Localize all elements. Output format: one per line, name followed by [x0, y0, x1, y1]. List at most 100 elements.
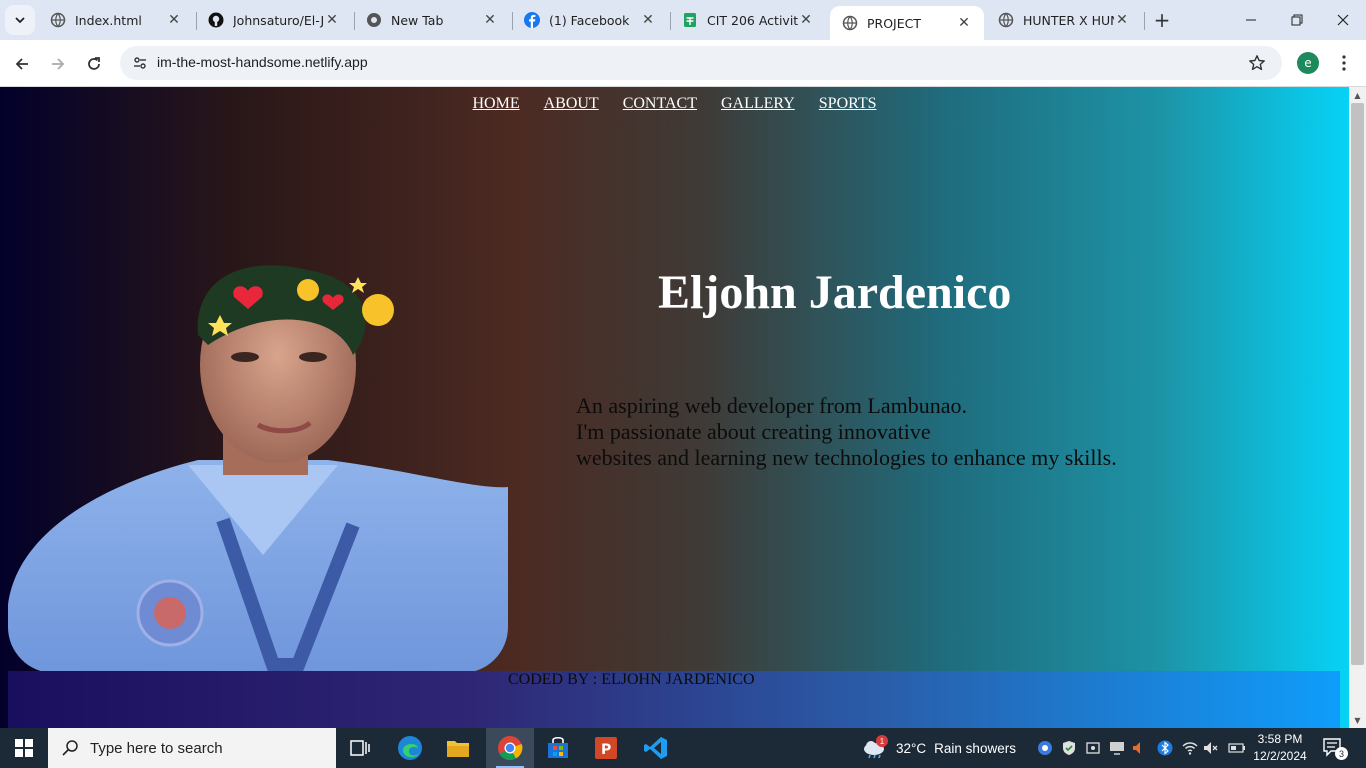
weather-desc: Rain showers	[934, 740, 1016, 756]
scroll-down-icon[interactable]: ▼	[1349, 712, 1366, 728]
arrow-left-icon	[15, 58, 28, 70]
bio-text: An aspiring web developer from Lambunao.…	[576, 393, 1117, 471]
clock-date: 12/2/2024	[1253, 749, 1307, 763]
volume-muted-icon[interactable]	[1201, 738, 1221, 758]
globe-icon	[842, 15, 858, 31]
battery-icon[interactable]	[1227, 738, 1247, 758]
windows-taskbar: Type here to search P 1 32°C Rain shower…	[0, 728, 1366, 768]
site-nav: HOME ABOUT CONTACT GALLERY SPORTS	[0, 95, 1349, 113]
bluetooth-icon[interactable]	[1155, 738, 1175, 758]
meet-now-icon[interactable]	[1083, 738, 1103, 758]
tab-index-html[interactable]: Index.html ✕	[38, 0, 194, 40]
wifi-icon[interactable]	[1180, 738, 1200, 758]
close-window-button[interactable]	[1320, 0, 1366, 40]
reload-icon	[88, 57, 100, 70]
chevron-down-icon	[15, 17, 25, 24]
svg-text:P: P	[601, 742, 611, 758]
windows-logo-icon	[15, 739, 33, 757]
site-footer: CODED BY : ELJOHN JARDENICO	[8, 671, 1340, 728]
page-scrollbar[interactable]: ▲ ▼	[1349, 87, 1366, 728]
close-icon[interactable]: ✕	[956, 15, 972, 31]
scrollbar-thumb[interactable]	[1351, 103, 1364, 665]
close-icon[interactable]: ✕	[482, 12, 498, 28]
folder-icon	[447, 741, 469, 757]
taskbar-search-box[interactable]: Type here to search	[48, 728, 336, 768]
address-bar[interactable]: im-the-most-handsome.netlify.app	[120, 46, 1282, 80]
nav-link-sports[interactable]: SPORTS	[819, 95, 877, 112]
chrome-icon	[498, 736, 523, 761]
restore-button[interactable]	[1274, 0, 1320, 40]
close-icon	[1337, 14, 1349, 26]
plus-icon: +	[1153, 8, 1171, 32]
close-icon[interactable]: ✕	[1114, 12, 1130, 28]
close-icon[interactable]: ✕	[324, 12, 340, 28]
page-viewport: HOME ABOUT CONTACT GALLERY SPORTS Eljohn…	[0, 87, 1349, 728]
system-clock[interactable]: 3:58 PM 12/2/2024	[1252, 731, 1308, 765]
profile-photo	[8, 265, 508, 673]
tab-facebook[interactable]: (1) Facebook ✕	[512, 0, 668, 40]
store-app[interactable]	[534, 728, 582, 768]
notification-count: 3	[1335, 747, 1348, 760]
browser-toolbar: im-the-most-handsome.netlify.app e	[0, 40, 1366, 87]
bookmark-star-icon[interactable]	[1246, 52, 1268, 74]
close-icon[interactable]: ✕	[798, 12, 814, 28]
close-icon[interactable]: ✕	[166, 12, 182, 28]
tab-project[interactable]: PROJECT ✕	[830, 6, 984, 40]
tab-sheets[interactable]: CIT 206 Activitie ✕	[670, 0, 826, 40]
hero-name: Eljohn Jardenico	[658, 266, 1012, 319]
tab-title: CIT 206 Activitie	[707, 12, 798, 28]
nav-link-home[interactable]: HOME	[472, 95, 519, 112]
profile-avatar[interactable]: e	[1297, 52, 1319, 74]
weather-badge: 1	[876, 735, 888, 747]
search-placeholder: Type here to search	[90, 739, 223, 757]
forward-button[interactable]	[44, 50, 72, 78]
task-view-button[interactable]	[336, 728, 384, 768]
app-tray-icon[interactable]	[1035, 738, 1055, 758]
chrome-app[interactable]	[486, 728, 534, 768]
weather-widget[interactable]: 1 32°C Rain showers	[862, 728, 1016, 768]
restore-icon	[1291, 14, 1303, 26]
tab-strip: Index.html ✕ Johnsaturo/El-Jo ✕ New Tab …	[0, 0, 1366, 40]
security-shield-icon[interactable]	[1059, 738, 1079, 758]
search-icon	[62, 740, 78, 756]
scroll-up-icon[interactable]: ▲	[1349, 87, 1366, 103]
tab-title: HUNTER X HUN	[1023, 12, 1114, 28]
start-button[interactable]	[0, 728, 48, 768]
bio-line: I'm passionate about creating innovative	[576, 419, 931, 444]
tab-new-tab[interactable]: New Tab ✕	[354, 0, 510, 40]
reload-button[interactable]	[80, 50, 108, 78]
nav-link-contact[interactable]: CONTACT	[623, 95, 697, 112]
tab-hunter[interactable]: HUNTER X HUN ✕	[986, 0, 1142, 40]
display-icon[interactable]	[1107, 738, 1127, 758]
tab-github[interactable]: Johnsaturo/El-Jo ✕	[196, 0, 352, 40]
tab-divider	[1144, 12, 1145, 30]
powerpoint-icon: P	[595, 737, 617, 759]
site-info-icon[interactable]	[128, 51, 152, 75]
nav-link-about[interactable]: ABOUT	[544, 95, 599, 112]
vscode-app[interactable]	[632, 728, 680, 768]
back-button[interactable]	[8, 50, 36, 78]
weather-temp: 32°C	[896, 740, 927, 756]
powerpoint-app[interactable]: P	[582, 728, 630, 768]
github-icon	[208, 12, 224, 28]
tab-search-button[interactable]	[5, 5, 35, 35]
footer-credit: CODED BY : ELJOHN JARDENICO	[508, 671, 755, 688]
speaker-muted-icon[interactable]	[1129, 738, 1149, 758]
task-view-icon	[350, 740, 370, 756]
bio-line: websites and learning new technologies t…	[576, 445, 1117, 470]
edge-app[interactable]	[386, 728, 434, 768]
chrome-icon	[366, 12, 382, 28]
notification-center-button[interactable]: 3	[1322, 737, 1348, 760]
close-icon[interactable]: ✕	[640, 12, 656, 28]
nav-link-gallery[interactable]: GALLERY	[721, 95, 795, 112]
cloud-rain-icon: 1	[862, 735, 888, 759]
menu-kebab-icon[interactable]	[1333, 51, 1355, 75]
new-tab-button[interactable]: +	[1150, 8, 1174, 32]
clock-time: 3:58 PM	[1257, 732, 1303, 746]
arrow-right-icon	[52, 58, 65, 70]
bio-line: An aspiring web developer from Lambunao.	[576, 393, 967, 418]
file-explorer-app[interactable]	[434, 728, 482, 768]
minimize-button[interactable]	[1228, 0, 1274, 40]
tab-title: Index.html	[75, 12, 142, 28]
url-text[interactable]: im-the-most-handsome.netlify.app	[157, 54, 368, 70]
